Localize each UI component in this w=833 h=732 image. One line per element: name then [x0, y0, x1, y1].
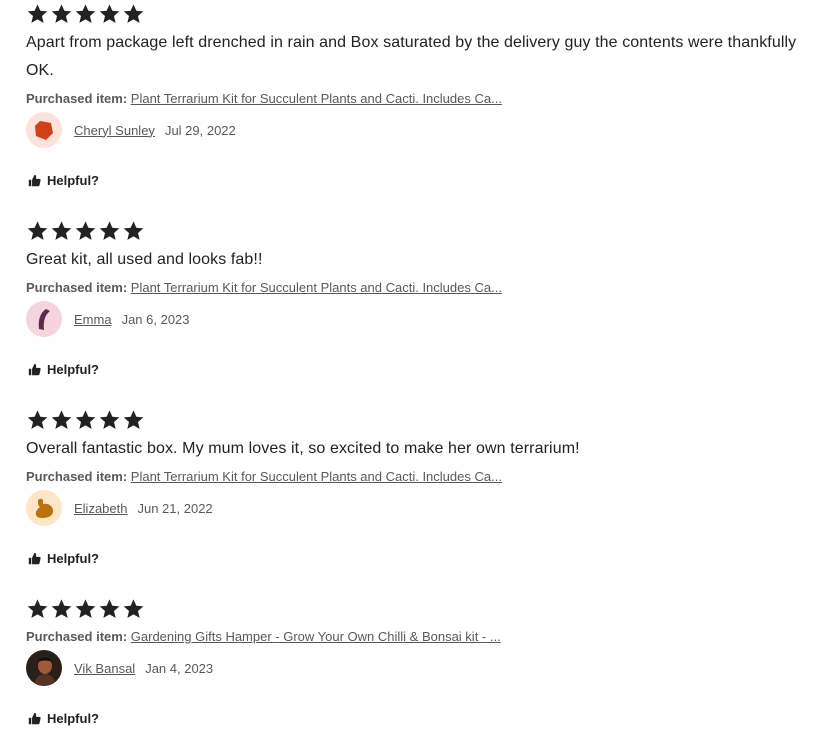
review-author: Vik Bansal Jan 4, 2023 — [26, 650, 816, 686]
review-author: Elizabeth Jun 21, 2022 — [26, 490, 816, 526]
star-icon — [75, 410, 96, 429]
star-icon — [75, 599, 96, 618]
helpful-label: Helpful? — [47, 172, 99, 188]
star-icon — [51, 221, 72, 240]
purchased-item-link[interactable]: Plant Terrarium Kit for Succulent Plants… — [131, 280, 502, 295]
star-rating — [26, 3, 816, 25]
review-date: Jun 21, 2022 — [137, 500, 213, 516]
star-icon — [27, 4, 48, 23]
review-date: Jan 6, 2023 — [121, 311, 190, 327]
purchased-item: Purchased item: Plant Terrarium Kit for … — [26, 91, 816, 106]
helpful-button[interactable]: Helpful? — [26, 172, 816, 188]
review-card: Overall fantastic box. My mum loves it, … — [26, 409, 816, 566]
thumbs-up-icon — [28, 712, 41, 724]
star-icon — [99, 410, 120, 429]
review-date: Jul 29, 2022 — [164, 122, 236, 138]
star-icon — [99, 221, 120, 240]
author-name-link[interactable]: Elizabeth — [74, 501, 127, 516]
star-icon — [51, 599, 72, 618]
helpful-label: Helpful? — [47, 550, 99, 566]
star-icon — [51, 410, 72, 429]
author-name-link[interactable]: Cheryl Sunley — [74, 123, 155, 138]
review-date: Jan 4, 2023 — [145, 660, 214, 676]
star-icon — [51, 4, 72, 23]
review-author: Cheryl Sunley Jul 29, 2022 — [26, 112, 816, 148]
purchased-item-link[interactable]: Plant Terrarium Kit for Succulent Plants… — [131, 469, 502, 484]
thumbs-up-icon — [28, 363, 41, 375]
review-card: Great kit, all used and looks fab!! Purc… — [26, 220, 816, 377]
review-text: Overall fantastic box. My mum loves it, … — [26, 440, 580, 457]
star-icon — [75, 4, 96, 23]
star-icon — [123, 221, 144, 240]
purchased-item: Purchased item: Plant Terrarium Kit for … — [26, 469, 816, 484]
helpful-label: Helpful? — [47, 710, 99, 726]
review-author: Emma Jan 6, 2023 — [26, 301, 816, 337]
star-icon — [123, 410, 144, 429]
avatar[interactable] — [26, 490, 62, 526]
helpful-button[interactable]: Helpful? — [26, 550, 816, 566]
star-rating — [26, 409, 816, 431]
purchased-item-link[interactable]: Gardening Gifts Hamper - Grow Your Own C… — [131, 629, 501, 644]
review-text: Apart from package left drenched in rain… — [26, 34, 797, 79]
purchased-item-label: Purchased item: — [26, 469, 128, 484]
purchased-item-label: Purchased item: — [26, 629, 128, 644]
purchased-item-label: Purchased item: — [26, 280, 128, 295]
purchased-item: Purchased item: Gardening Gifts Hamper -… — [26, 629, 816, 644]
star-icon — [27, 221, 48, 240]
purchased-item-link[interactable]: Plant Terrarium Kit for Succulent Plants… — [131, 91, 502, 106]
helpful-label: Helpful? — [47, 361, 99, 377]
thumbs-up-icon — [28, 174, 41, 186]
review-text: Great kit, all used and looks fab!! — [26, 251, 263, 268]
star-icon — [27, 410, 48, 429]
avatar[interactable] — [26, 301, 62, 337]
review-card: Purchased item: Gardening Gifts Hamper -… — [26, 598, 816, 726]
star-icon — [123, 599, 144, 618]
star-rating — [26, 220, 816, 242]
star-rating — [26, 598, 816, 620]
purchased-item: Purchased item: Plant Terrarium Kit for … — [26, 280, 816, 295]
avatar[interactable] — [26, 112, 62, 148]
purchased-item-label: Purchased item: — [26, 91, 128, 106]
review-card: Apart from package left drenched in rain… — [26, 3, 816, 188]
star-icon — [99, 4, 120, 23]
star-icon — [123, 4, 144, 23]
star-icon — [75, 221, 96, 240]
star-icon — [27, 599, 48, 618]
helpful-button[interactable]: Helpful? — [26, 361, 816, 377]
star-icon — [99, 599, 120, 618]
avatar[interactable] — [26, 650, 62, 686]
author-name-link[interactable]: Emma — [74, 312, 112, 327]
thumbs-up-icon — [28, 552, 41, 564]
author-name-link[interactable]: Vik Bansal — [74, 661, 135, 676]
helpful-button[interactable]: Helpful? — [26, 710, 816, 726]
